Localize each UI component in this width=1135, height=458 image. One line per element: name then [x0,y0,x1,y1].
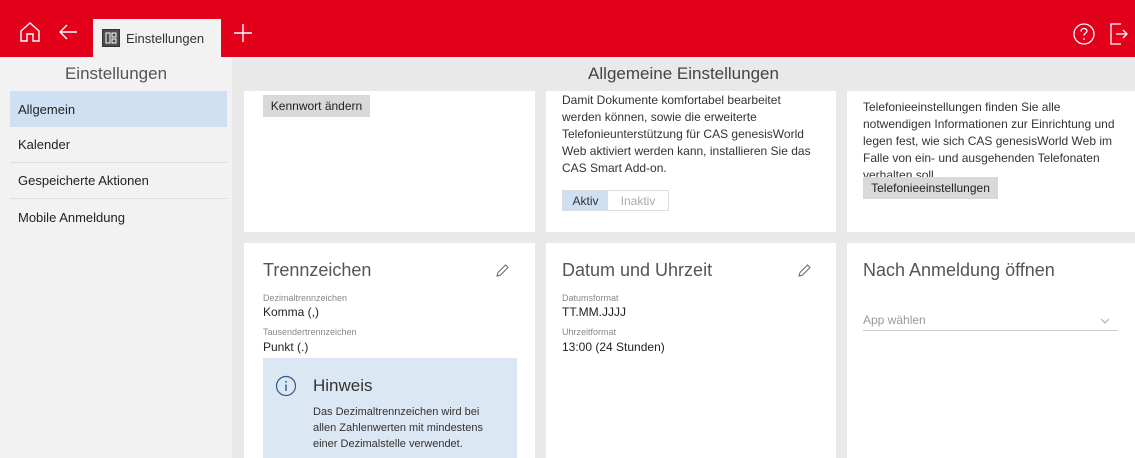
help-icon[interactable] [1071,21,1097,47]
sidebar-item-kalender[interactable]: Kalender [10,127,227,163]
decimal-separator-value: Komma (,) [263,305,320,319]
date-format-value: TT.MM.JJJJ [562,305,626,319]
toggle-aktiv[interactable]: Aktiv [563,191,608,210]
sidebar: Einstellungen Allgemein Kalender Gespeic… [0,57,232,458]
toggle-inaktiv[interactable]: Inaktiv [608,191,668,210]
arrow-left-icon[interactable] [54,19,82,45]
thousands-separator-label: Tausendertrennzeichen [263,327,357,337]
time-format-value: 13:00 (24 Stunden) [562,340,665,354]
plus-icon[interactable] [231,21,255,45]
addon-description: Damit Dokumente komfortabel bearbeitet w… [562,93,811,175]
login-title: Nach Anmeldung öffnen [863,260,1055,280]
top-bar: Einstellungen [0,0,1135,57]
app-select-placeholder: App wählen [863,312,926,327]
thousands-separator-value: Punkt (.) [263,340,309,354]
edit-pencil-icon[interactable] [796,263,812,279]
decimal-separator-label: Dezimaltrennzeichen [263,293,348,303]
time-format-label: Uhrzeitformat [562,327,617,337]
page-title: Allgemeine Einstellungen [232,57,1135,91]
tab-einstellungen[interactable]: Einstellungen [93,19,221,57]
settings-app-icon [102,29,120,47]
telephony-settings-button[interactable]: Telefonieeinstellungen [863,177,998,199]
addon-toggle[interactable]: Aktiv Inaktiv [562,190,669,211]
sidebar-item-mobile-anmeldung[interactable]: Mobile Anmeldung [10,199,227,235]
edit-pencil-icon[interactable] [494,263,510,279]
home-icon[interactable] [16,19,44,45]
tab-label: Einstellungen [126,30,205,46]
hint-title: Hinweis [313,376,373,395]
date-format-label: Datumsformat [562,293,619,303]
change-password-button[interactable]: Kennwort ändern [263,95,370,117]
sidebar-item-allgemein[interactable]: Allgemein [10,91,227,127]
telephony-description: Telefonieeinstellungen finden Sie alle n… [863,100,1115,182]
app-select[interactable]: App wählen [863,309,1118,331]
sidebar-item-gespeicherte-aktionen[interactable]: Gespeicherte Aktionen [10,163,227,199]
chevron-down-icon [1100,313,1110,327]
datetime-title: Datum und Uhrzeit [562,260,713,280]
separator-title: Trennzeichen [263,260,372,280]
info-icon [275,375,297,397]
hint-text: Das Dezimaltrennzeichen wird bei allen Z… [313,406,483,450]
logout-icon[interactable] [1105,20,1131,48]
sidebar-title: Einstellungen [64,64,168,83]
